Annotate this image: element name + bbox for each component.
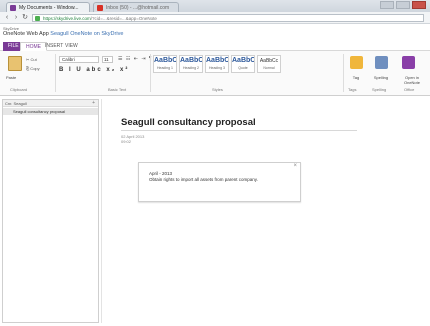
group-divider: [150, 54, 151, 92]
page-navigation-pane: Cnr. Seagull + Seagull consultancy propo…: [2, 99, 99, 323]
tab-view[interactable]: VIEW: [60, 42, 83, 51]
spelling-button[interactable]: Spelling: [368, 75, 394, 80]
navigation-bar: ‹ › ↻ https://skydrive.live.com/?cid=...…: [0, 12, 430, 24]
style-name: Normal: [263, 66, 275, 70]
group-label-styles: Styles: [212, 87, 223, 92]
page-canvas[interactable]: Seagull consultancy proposal 02 April 20…: [101, 99, 428, 323]
add-page-icon[interactable]: +: [92, 100, 95, 107]
tag-button[interactable]: Tag: [343, 75, 369, 80]
copy-button[interactable]: ⎘ Copy: [26, 66, 40, 71]
browser-tab[interactable]: Inbox (50) - ...@hotmail.com: [93, 2, 179, 12]
style-name: Quote: [238, 66, 248, 70]
tab-strip: My Documents - Window... Inbox (50) - ..…: [0, 0, 430, 12]
maximize-button[interactable]: [396, 1, 410, 9]
group-label-office: Office: [404, 87, 415, 92]
page-time: 09:02: [121, 139, 132, 144]
group-label-spelling: Spelling: [372, 87, 387, 92]
group-label-clipboard: Clipboard: [10, 87, 28, 92]
style-sample: AaBbCc: [206, 57, 228, 64]
style-quote[interactable]: AaBbCc Quote: [231, 55, 255, 73]
onenote-app-icon[interactable]: [402, 56, 415, 69]
page-list-item[interactable]: Seagull consultancy proposal: [3, 108, 98, 115]
ribbon: Paste ✂ Cut ⎘ Copy Clipboard Calibri 11 …: [0, 51, 430, 96]
font-name-select[interactable]: Calibri: [59, 56, 99, 63]
browser-window: My Documents - Window... Inbox (50) - ..…: [0, 0, 430, 326]
style-name: Heading 3: [209, 66, 225, 70]
app-name: OneNote Web App: [3, 31, 49, 37]
url-path: /?cid=...&resid=...&app=OneNote: [90, 16, 157, 21]
style-sample: AaBbCc: [259, 58, 279, 64]
font-size-select[interactable]: 11: [102, 56, 113, 63]
paste-icon[interactable]: [8, 56, 22, 71]
style-name: Heading 2: [183, 66, 199, 70]
back-arrow-icon[interactable]: ‹: [3, 14, 11, 22]
forward-arrow-icon[interactable]: ›: [12, 14, 20, 22]
note-text-line[interactable]: April - 2013: [149, 171, 172, 176]
tab-label: My Documents - Window...: [19, 5, 79, 11]
list-buttons[interactable]: ☰ ☷ ⇤ ⇥ ¶: [118, 56, 153, 62]
group-divider: [343, 54, 344, 92]
style-sample: AaBbCc: [232, 57, 254, 64]
group-divider: [55, 54, 56, 92]
app-header: SkyDrive OneNote Web App Seagull OneNote…: [0, 25, 430, 41]
paste-button[interactable]: Paste: [6, 75, 16, 80]
style-sample: AaBbCc: [180, 57, 202, 64]
page-title[interactable]: Seagull consultancy proposal: [121, 117, 256, 128]
group-label-tags: Tags: [348, 87, 357, 92]
browser-tab-active[interactable]: My Documents - Window...: [6, 2, 90, 12]
address-bar[interactable]: https://skydrive.live.com/?cid=...&resid…: [32, 14, 424, 22]
minimize-button[interactable]: [380, 1, 394, 9]
url-host: https://skydrive.live.com: [43, 16, 91, 21]
lock-icon: [35, 16, 40, 21]
location-link[interactable]: OneNote on SkyDrive: [70, 31, 123, 37]
style-name: Heading 1: [157, 66, 173, 70]
close-window-button[interactable]: [412, 1, 426, 9]
ribbon-tabs: FILE HOME INSERT VIEW: [0, 41, 430, 51]
title-divider: [121, 130, 357, 131]
style-sample: AaBbCc: [154, 57, 176, 64]
style-heading-1[interactable]: AaBbCc Heading 1: [153, 55, 177, 73]
section-name: Cnr. Seagull: [5, 101, 27, 106]
format-buttons[interactable]: B I U abc x₂ x²: [59, 67, 129, 73]
breadcrumb-notebook[interactable]: Seagull: [50, 31, 68, 37]
mail-favicon-icon: [97, 5, 103, 11]
close-icon[interactable]: ×: [293, 163, 297, 169]
window-controls: [380, 1, 426, 9]
open-in-onenote-button[interactable]: Open in OneNote: [398, 75, 426, 85]
group-label-basic-text: Basic Text: [108, 87, 127, 92]
style-heading-2[interactable]: AaBbCc Heading 2: [179, 55, 203, 73]
note-container[interactable]: × April - 2013 Obtain rights to import a…: [138, 162, 301, 202]
note-text-line[interactable]: Obtain rights to import all assets from …: [149, 177, 258, 182]
tab-label: Inbox (50) - ...@hotmail.com: [106, 5, 170, 11]
tag-icon[interactable]: [350, 56, 363, 69]
onenote-favicon-icon: [10, 5, 16, 11]
style-normal[interactable]: AaBbCc Normal: [257, 55, 281, 73]
app-title: OneNote Web App Seagull OneNote on SkyDr…: [3, 31, 123, 37]
spelling-icon[interactable]: [375, 56, 388, 69]
section-header[interactable]: Cnr. Seagull +: [3, 100, 98, 107]
cut-button[interactable]: ✂ Cut: [26, 57, 37, 62]
style-heading-3[interactable]: AaBbCc Heading 3: [205, 55, 229, 73]
reload-icon[interactable]: ↻: [21, 14, 29, 22]
